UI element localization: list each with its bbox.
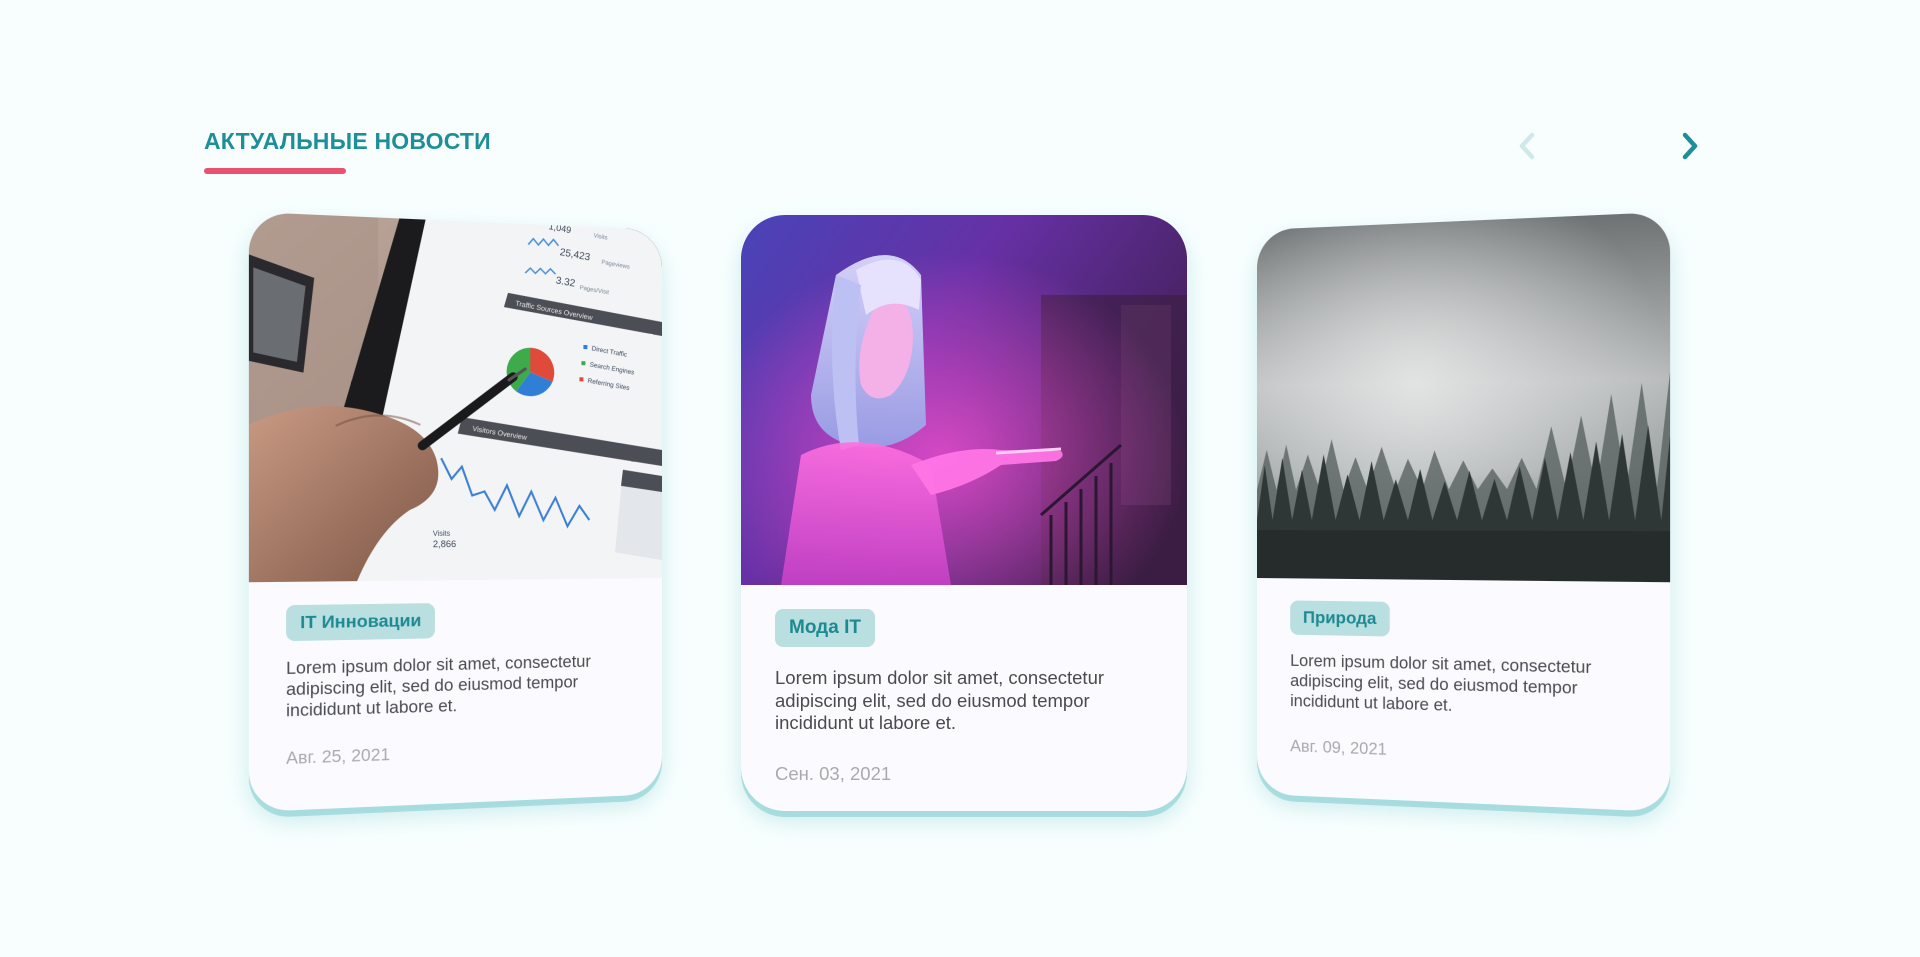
news-card[interactable]: 1,049 Visits 25,423 Pageviews 3.32 Pages… (248, 211, 663, 813)
chevron-right-icon (1682, 132, 1698, 160)
card-date: Авг. 09, 2021 (1290, 737, 1387, 759)
card-date: Авг. 25, 2021 (286, 745, 391, 769)
news-section: АКТУАЛЬНЫЕ НОВОСТИ 1,049 Visits 25,423 P… (0, 0, 1920, 957)
card-date: Сен. 03, 2021 (775, 762, 892, 784)
card-image: 1,049 Visits 25,423 Pageviews 3.32 Pages… (248, 211, 663, 583)
misty-forest-photo (1257, 211, 1671, 583)
section-title: АКТУАЛЬНЫЕ НОВОСТИ (204, 128, 491, 154)
news-card[interactable]: Природа Lorem ipsum dolor sit amet, cons… (1257, 211, 1671, 813)
chevron-left-icon (1519, 132, 1535, 160)
neon-hologram-photo (741, 215, 1187, 585)
tablet-analytics-photo: 1,049 Visits 25,423 Pageviews 3.32 Pages… (248, 211, 663, 583)
news-card[interactable]: Мода IT Lorem ipsum dolor sit amet, cons… (741, 215, 1187, 811)
prev-slide-button[interactable] (1511, 130, 1543, 162)
card-image (1257, 211, 1671, 583)
visits-label: Visits (433, 530, 451, 538)
card-excerpt: Lorem ipsum dolor sit amet, consectetur … (1290, 651, 1592, 715)
title-underline (204, 168, 346, 174)
card-image (741, 215, 1187, 585)
visits-value: 2,866 (433, 539, 456, 549)
card-excerpt: Lorem ipsum dolor sit amet, consectetur … (286, 652, 591, 721)
card-category-tag[interactable]: Природа (1290, 600, 1390, 637)
next-slide-button[interactable] (1674, 130, 1706, 162)
card-category-tag[interactable]: IT Инновации (286, 603, 435, 642)
card-excerpt: Lorem ipsum dolor sit amet, consectetur … (775, 667, 1105, 733)
card-category-tag[interactable]: Мода IT (775, 609, 875, 647)
